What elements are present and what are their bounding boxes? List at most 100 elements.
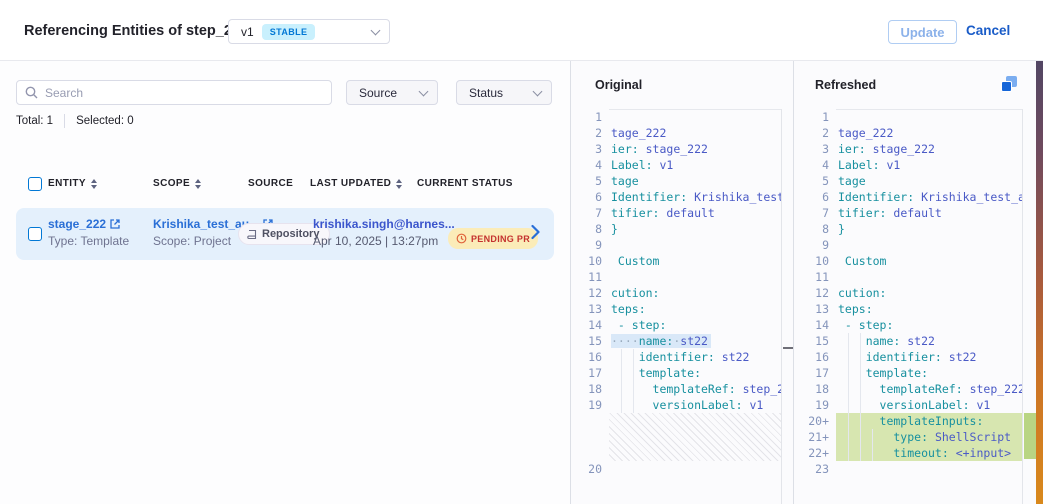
totals-bar: Total: 1 Selected: 0 bbox=[16, 114, 134, 128]
line-number: 21+ bbox=[794, 429, 836, 445]
line-number: 6 bbox=[571, 189, 609, 205]
status-filter-dropdown[interactable]: Status bbox=[456, 80, 552, 105]
modified-line-marker bbox=[783, 347, 793, 349]
code-line: 12cution: bbox=[571, 285, 781, 301]
code-line: 2tage_222 bbox=[571, 125, 781, 141]
indent-guide bbox=[848, 381, 849, 397]
indent-guide bbox=[860, 333, 861, 349]
original-code-editor[interactable]: 12tage_2223ier: stage_2224Label: v15tage… bbox=[571, 109, 793, 504]
indent-guide bbox=[872, 445, 873, 461]
code-line: 19 versionLabel: v1 bbox=[794, 397, 1022, 413]
indent-guide bbox=[848, 365, 849, 381]
indent-guide bbox=[848, 429, 849, 445]
line-number: 19 bbox=[794, 397, 836, 413]
indent-guide bbox=[860, 349, 861, 365]
code-line: 6Identifier: Krishika_test_aut bbox=[571, 189, 781, 205]
line-number: 11 bbox=[571, 269, 609, 285]
select-all-checkbox[interactable] bbox=[28, 177, 42, 191]
line-number: 17 bbox=[571, 365, 609, 381]
divider bbox=[64, 114, 65, 128]
refreshed-panel-title: Refreshed bbox=[815, 78, 876, 92]
indent-guide bbox=[848, 349, 849, 365]
code-line: 18 templateRef: step_222 bbox=[571, 381, 781, 397]
code-line: 1 bbox=[794, 109, 1022, 125]
line-number: 13 bbox=[794, 301, 836, 317]
indent-guide bbox=[621, 381, 622, 397]
indent-guide bbox=[860, 413, 861, 429]
copy-icon[interactable] bbox=[1001, 76, 1018, 93]
line-number: 8 bbox=[571, 221, 609, 237]
code-line: 18 templateRef: step_222 bbox=[794, 381, 1022, 397]
code-line: 7tifier: default bbox=[571, 205, 781, 221]
code-line: 3ier: stage_222 bbox=[794, 141, 1022, 157]
code-line: 9 bbox=[794, 237, 1022, 253]
indent-guide bbox=[848, 445, 849, 461]
clock-icon bbox=[456, 233, 467, 244]
indent-guide bbox=[633, 349, 634, 365]
code-line: 10 Custom bbox=[794, 253, 1022, 269]
line-number: 12 bbox=[794, 285, 836, 301]
update-button[interactable]: Update bbox=[888, 20, 957, 44]
panel-divider bbox=[570, 61, 571, 504]
line-number: 11 bbox=[794, 269, 836, 285]
column-current-status: CURRENT STATUS bbox=[417, 178, 513, 189]
overview-ruler[interactable] bbox=[1022, 109, 1036, 504]
line-number: 7 bbox=[571, 205, 609, 221]
sort-icon[interactable] bbox=[91, 179, 97, 189]
line-number: 3 bbox=[794, 141, 836, 157]
indent-guide bbox=[848, 413, 849, 429]
search-icon bbox=[25, 86, 38, 99]
source-filter-dropdown[interactable]: Source bbox=[346, 80, 438, 105]
status-badge-label: PENDING PR bbox=[471, 234, 530, 244]
search-box[interactable] bbox=[16, 80, 332, 105]
total-count: Total: 1 bbox=[16, 115, 53, 127]
line-number: 19 bbox=[571, 397, 609, 413]
updated-at: Apr 10, 2025 | 13:27pm bbox=[313, 234, 455, 248]
code-line: 14 - step: bbox=[571, 317, 781, 333]
background-gradient-strip bbox=[1036, 0, 1043, 504]
column-source: SOURCE bbox=[248, 178, 293, 189]
search-input[interactable] bbox=[45, 86, 323, 100]
selected-count: Selected: 0 bbox=[76, 115, 134, 127]
indent-guide bbox=[848, 333, 849, 349]
indent-guide bbox=[860, 429, 861, 445]
sort-icon[interactable] bbox=[396, 179, 402, 189]
chevron-down-icon bbox=[419, 86, 429, 96]
code-line: 22+ timeout: <+input> bbox=[794, 445, 1022, 461]
sort-icon[interactable] bbox=[195, 179, 201, 189]
line-number: 2 bbox=[794, 125, 836, 141]
code-line: 15····name:·st22 bbox=[571, 333, 781, 349]
table-row[interactable]: stage_222 Type: Template Krishika_test_a… bbox=[16, 208, 554, 260]
entity-type: Type: Template bbox=[48, 234, 129, 248]
row-checkbox[interactable] bbox=[28, 227, 42, 241]
line-number: 5 bbox=[794, 173, 836, 189]
overview-ruler[interactable] bbox=[781, 109, 793, 504]
code-line: 17 template: bbox=[571, 365, 781, 381]
added-lines-placeholder bbox=[609, 413, 781, 461]
indent-guide bbox=[621, 397, 622, 413]
line-number: 17 bbox=[794, 365, 836, 381]
entity-link[interactable]: stage_222 bbox=[48, 217, 129, 231]
cancel-button[interactable]: Cancel bbox=[966, 23, 1010, 38]
code-line: 6Identifier: Krishika_test_aut bbox=[794, 189, 1022, 205]
line-number: 10 bbox=[794, 253, 836, 269]
line-number: 16 bbox=[571, 349, 609, 365]
chevron-down-icon bbox=[371, 25, 381, 35]
code-line: 16 identifier: st22 bbox=[794, 349, 1022, 365]
code-line: 1 bbox=[571, 109, 781, 125]
added-lines-marker bbox=[1024, 413, 1036, 459]
source-filter-label: Source bbox=[359, 86, 397, 100]
code-line: 8} bbox=[794, 221, 1022, 237]
refreshed-code-editor[interactable]: 12tage_2223ier: stage_2224Label: v15tage… bbox=[794, 109, 1036, 504]
chevron-right-icon[interactable] bbox=[531, 224, 540, 240]
version-select[interactable]: v1 STABLE bbox=[228, 19, 390, 44]
indent-guide bbox=[860, 381, 861, 397]
status-badge: PENDING PR bbox=[448, 228, 538, 249]
column-entity: ENTITY bbox=[48, 178, 97, 189]
indent-guide bbox=[633, 397, 634, 413]
line-number: 2 bbox=[571, 125, 609, 141]
column-last-updated: LAST UPDATED bbox=[310, 178, 402, 189]
line-number: 20 bbox=[571, 461, 609, 477]
panel-divider bbox=[793, 61, 794, 504]
code-line: 16 identifier: st22 bbox=[571, 349, 781, 365]
